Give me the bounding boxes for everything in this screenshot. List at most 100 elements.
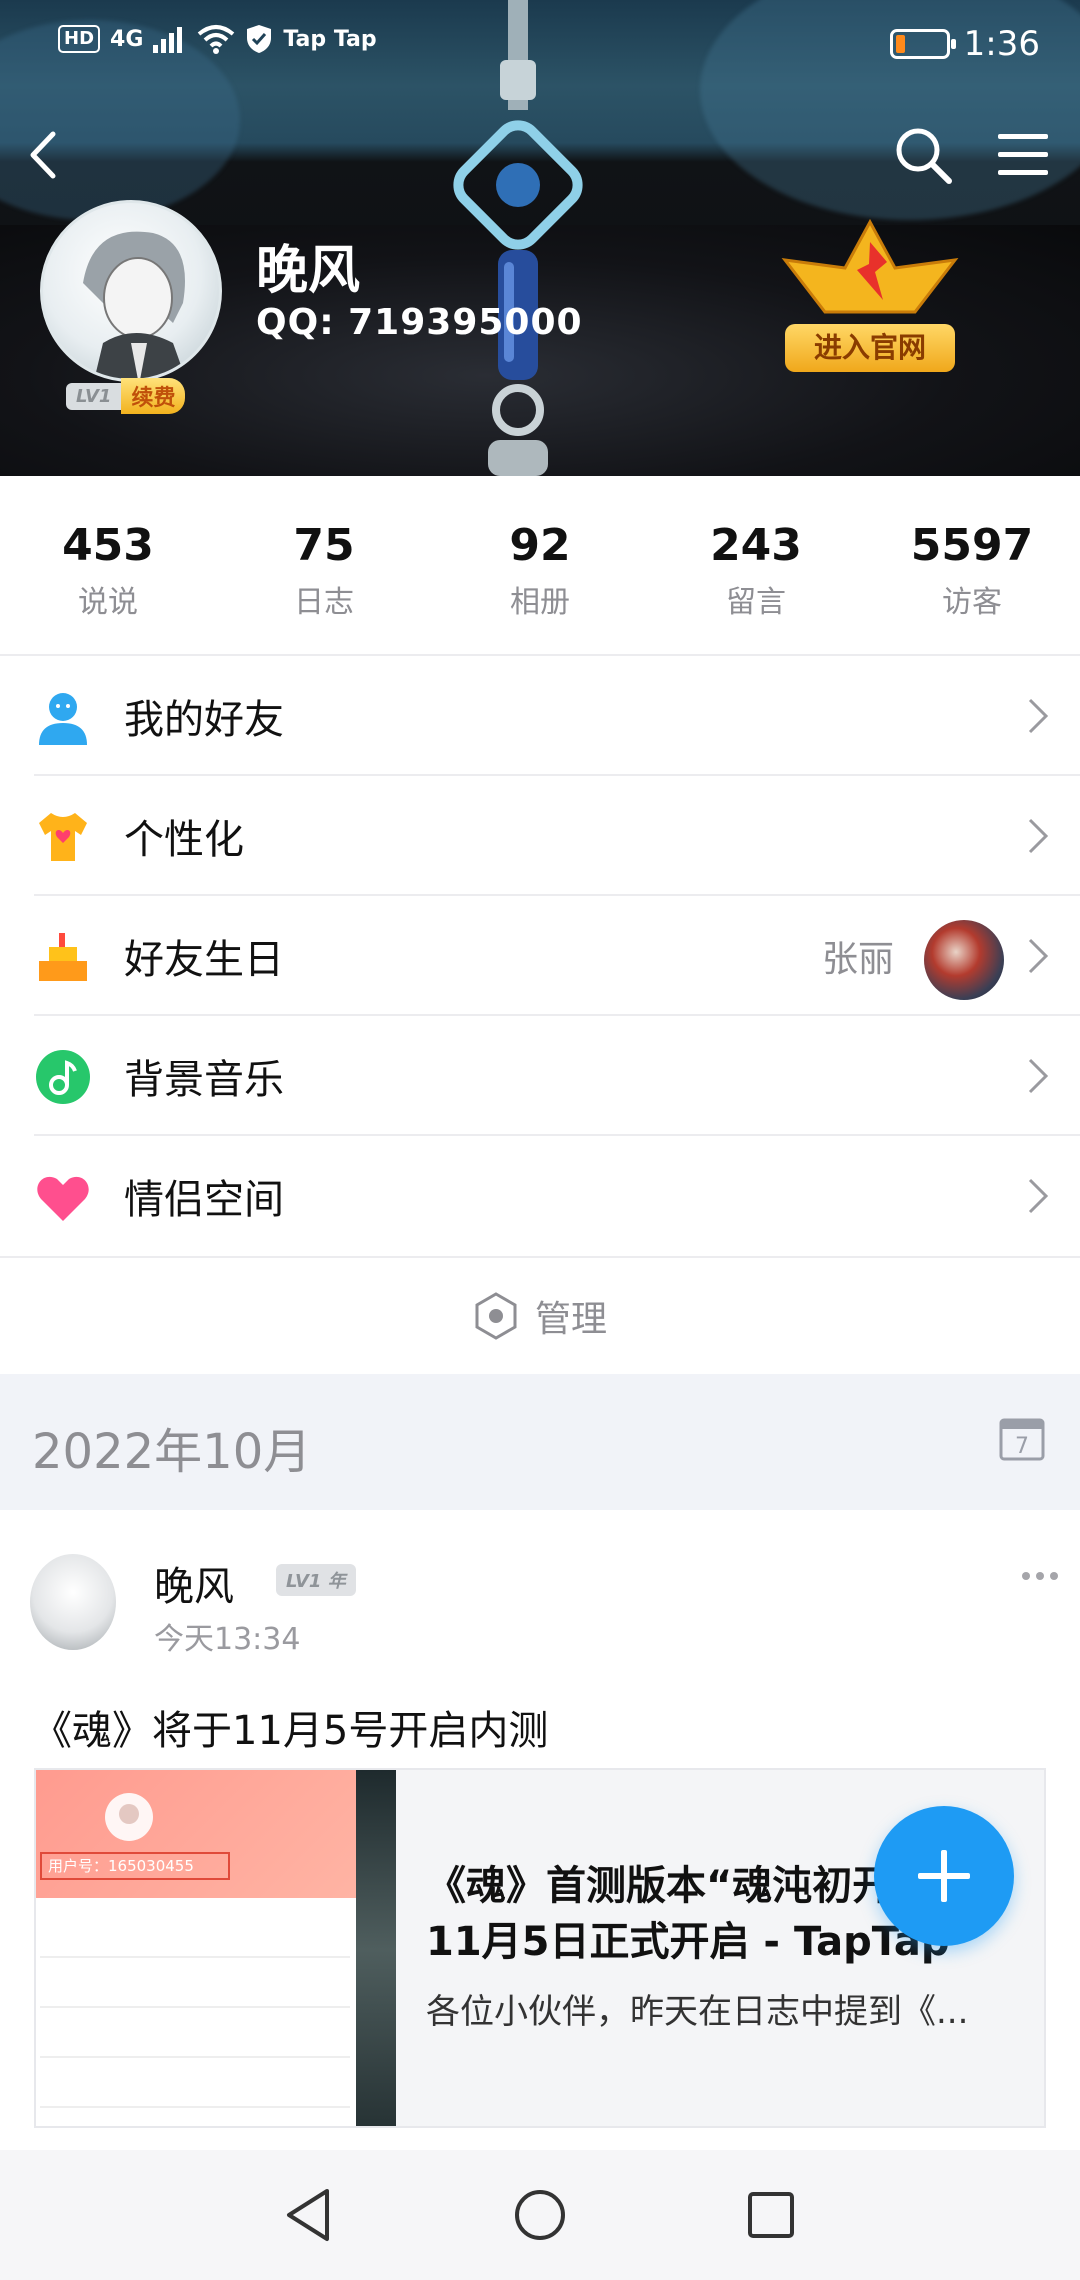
menu-item-music[interactable]: 背景音乐: [0, 1016, 1080, 1136]
system-recents-button[interactable]: [734, 2178, 808, 2252]
renew-button[interactable]: 续费: [121, 378, 186, 414]
search-icon[interactable]: [888, 120, 958, 190]
date-header: 2022年10月 7: [0, 1374, 1080, 1510]
birthday-friend-name: 张丽: [821, 939, 894, 980]
month-label: 2022年10月: [32, 1424, 312, 1480]
profile-avatar[interactable]: [40, 200, 222, 382]
chevron-right-icon: [1028, 1178, 1049, 1214]
shield-icon: [247, 25, 272, 53]
link-thumbnail: 用户号：165030455: [36, 1770, 396, 2126]
wifi-icon: [198, 25, 235, 54]
notification-apps: Tap Tap: [283, 26, 377, 52]
profile-header: HD 4G Tap Tap 1:36 LV1 续费 晚风 QQ: 7193950…: [0, 0, 1080, 476]
status-right: 1:36: [889, 24, 1040, 64]
triangle-back-icon: [287, 2189, 329, 2241]
plus-icon: [918, 1850, 970, 1902]
person-icon: [34, 688, 92, 746]
stat-number: 92: [509, 520, 571, 571]
menu-item-couple[interactable]: 情侣空间: [0, 1136, 1080, 1256]
chevron-right-icon: [1028, 818, 1049, 854]
chevron-right-icon: [1028, 698, 1049, 734]
stat-number: 75: [293, 520, 355, 571]
level-label: LV1: [66, 382, 122, 410]
compose-fab[interactable]: [874, 1806, 1014, 1946]
stat-visitors[interactable]: 5597 访客: [864, 476, 1080, 654]
profile-name: 晚风: [256, 241, 361, 301]
birthday-friend-avatar: [924, 920, 1004, 1000]
tshirt-icon: [34, 808, 92, 866]
post-author-name[interactable]: 晚风: [154, 1554, 234, 1612]
stat-label: 说说: [78, 585, 138, 620]
circle-home-icon: [515, 2190, 565, 2240]
music-note-icon: [34, 1048, 92, 1106]
stats-bar: 453 说说 75 日志 92 相册 243 留言 5597 访客: [0, 476, 1080, 656]
clock: 1:36: [963, 24, 1040, 64]
back-chevron-icon[interactable]: [8, 120, 78, 190]
stat-blog[interactable]: 75 日志: [216, 476, 432, 654]
network-label: 4G: [110, 26, 144, 52]
stat-label: 日志: [294, 585, 354, 620]
stat-label: 访客: [942, 585, 1002, 620]
menu-label: 我的好友: [124, 697, 284, 743]
shared-link-card[interactable]: 用户号：165030455 《魂》首测版本“魂沌初开”于11月5日正式开启 - …: [34, 1768, 1046, 2128]
stat-label: 留言: [726, 585, 786, 620]
signal-icon: [153, 27, 183, 53]
post-author-avatar[interactable]: [30, 1554, 116, 1650]
thumbnail-row: [40, 1956, 350, 1958]
chevron-right-icon: [1028, 938, 1049, 974]
battery-fill: [895, 35, 905, 53]
profile-qq-number: QQ: 719395000: [256, 302, 583, 343]
menu-list: 我的好友 个性化 好友生日 张丽 背景音乐 情侣空间: [0, 656, 1080, 1256]
post-text: 《魂》将于11月5号开启内测: [32, 1708, 549, 1754]
square-recents-icon: [748, 2192, 794, 2238]
menu-item-friends[interactable]: 我的好友: [0, 656, 1080, 776]
chevron-right-icon: [1028, 1058, 1049, 1094]
menu-item-birthday[interactable]: 好友生日 张丽: [0, 896, 1080, 1016]
official-site-button[interactable]: 进入官网: [775, 212, 965, 382]
thumbnail-user-id: 用户号：165030455: [40, 1852, 230, 1880]
lightning-crown-icon: [781, 218, 959, 314]
level-badge[interactable]: LV1 续费: [66, 378, 186, 414]
calendar-day: 7: [1015, 1434, 1029, 1459]
hexagon-icon: [475, 1292, 517, 1340]
stat-number: 243: [710, 520, 802, 571]
status-left: HD 4G Tap Tap: [58, 24, 377, 54]
stat-label: 相册: [510, 585, 570, 620]
post-time: 今天13:34: [154, 1622, 301, 1657]
stat-number: 453: [62, 520, 154, 571]
hamburger-menu-icon[interactable]: [988, 120, 1058, 190]
system-home-button[interactable]: [503, 2178, 577, 2252]
system-back-button[interactable]: [272, 2178, 346, 2252]
menu-label: 背景音乐: [124, 1057, 284, 1103]
link-card-description: 各位小伙伴，昨天在日志中提到《...: [426, 1992, 969, 2032]
thumbnail-row: [40, 2006, 350, 2008]
post-author-level: LV1 年: [276, 1564, 356, 1596]
more-options-icon[interactable]: [1020, 1570, 1060, 1582]
stat-messages[interactable]: 243 留言: [648, 476, 864, 654]
menu-label: 个性化: [124, 817, 244, 863]
menu-label: 好友生日: [124, 937, 284, 983]
status-bar: HD 4G Tap Tap 1:36: [0, 0, 1080, 92]
thumbnail-row: [40, 2106, 350, 2108]
post-level-label: LV1: [286, 1571, 322, 1592]
post-level-suffix: 年: [327, 1571, 346, 1592]
thumbnail-avatar: [105, 1793, 153, 1841]
battery-icon: [889, 29, 956, 59]
official-site-label: 进入官网: [785, 324, 955, 372]
menu-label: 情侣空间: [124, 1177, 284, 1223]
thumbnail-side-strip: [356, 1770, 396, 2126]
heart-icon: [34, 1168, 92, 1226]
stat-shuoshuo[interactable]: 453 说说: [0, 476, 216, 654]
stat-number: 5597: [910, 520, 1034, 571]
avatar-illustration: [83, 231, 186, 379]
system-navigation-bar: [0, 2150, 1080, 2280]
thumbnail-row: [40, 2056, 350, 2058]
calendar-icon[interactable]: 7: [998, 1414, 1046, 1462]
cake-icon: [34, 928, 92, 986]
manage-button[interactable]: 管理: [0, 1256, 1080, 1374]
top-nav: [0, 110, 1080, 200]
manage-label: 管理: [534, 1299, 607, 1340]
stat-album[interactable]: 92 相册: [432, 476, 648, 654]
menu-item-personalize[interactable]: 个性化: [0, 776, 1080, 896]
hd-badge: HD: [58, 25, 101, 53]
